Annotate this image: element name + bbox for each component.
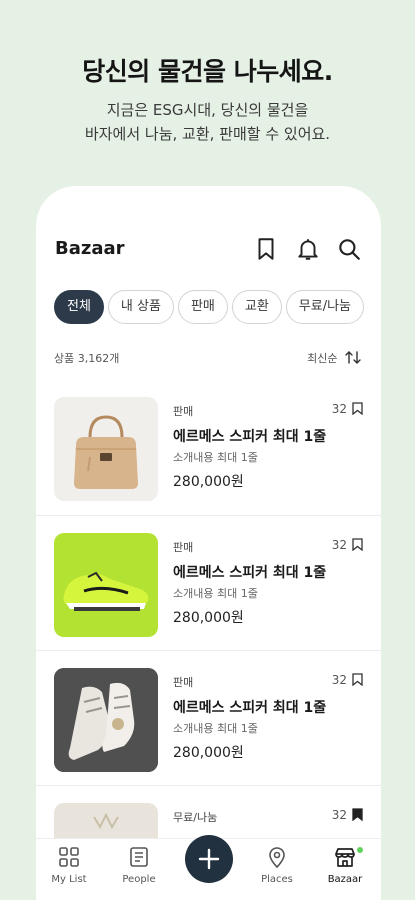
promo-subtitle: 지금은 ESG시대, 당신의 물건을 바자에서 나눔, 교환, 판매할 수 있어… — [0, 98, 415, 146]
promo-title: 당신의 물건을 나누세요. — [82, 57, 333, 86]
item-type: 무료/나눔 — [173, 811, 218, 824]
item-price: 280,000원 — [173, 745, 244, 761]
bookmark-count-value: 32 — [331, 538, 347, 552]
tab-people[interactable]: People — [109, 845, 169, 885]
sort-label: 최신순 — [307, 352, 338, 365]
bookmark-icon[interactable] — [253, 236, 279, 262]
bookmark-count[interactable]: 32 — [332, 402, 363, 416]
item-description: 소개내용 최대 1줄 — [173, 451, 258, 464]
list-item[interactable]: 판매 32 에르메스 스피커 최대 1줄 소개내용 최대 1줄 280,000원 — [36, 380, 381, 515]
add-button[interactable] — [185, 835, 233, 883]
product-image-sneaker-green — [54, 533, 158, 637]
notification-badge — [357, 847, 363, 853]
plus-icon — [198, 848, 220, 870]
phone-screen: Bazaar 전체내 상품판매교환무료/나눔 상품 3,162개 최신순 — [36, 186, 381, 900]
tab-label: Bazaar — [327, 874, 363, 885]
bookmark-count-value: 32 — [331, 402, 347, 416]
filter-chip-exchange[interactable]: 교환 — [231, 290, 282, 324]
item-title: 에르메스 스피커 최대 1줄 — [173, 429, 327, 445]
filter-chip-sale[interactable]: 판매 — [177, 290, 228, 324]
filter-chips: 전체 내 상품 판매 교환 무료/나눔 — [54, 290, 368, 324]
bookmark-filled-icon — [352, 808, 363, 821]
tab-label: Places — [261, 874, 293, 885]
bookmark-count-value: 32 — [331, 808, 347, 822]
item-type: 판매 — [173, 541, 194, 554]
item-price: 280,000원 — [173, 474, 244, 490]
filter-chip-my-items[interactable]: 내 상품 — [107, 290, 174, 324]
list-item[interactable]: 판매 32 에르메스 스피커 최대 1줄 소개내용 최대 1줄 280,000원 — [36, 650, 381, 785]
list-meta: 상품 3,162개 최신순 — [54, 350, 361, 366]
tab-label: My List — [51, 874, 87, 885]
sort-icon — [345, 351, 361, 364]
list-item[interactable]: 판매 32 에르메스 스피커 최대 1줄 소개내용 최대 1줄 280,000원 — [36, 515, 381, 650]
item-type: 판매 — [173, 405, 194, 418]
bottom-tab-bar: My List People Places Bazaar — [36, 835, 381, 900]
item-description: 소개내용 최대 1줄 — [173, 722, 258, 735]
sort-button[interactable]: 최신순 — [307, 350, 361, 366]
bell-icon[interactable] — [295, 236, 321, 262]
item-type: 판매 — [173, 676, 194, 689]
tab-label: People — [122, 874, 156, 885]
search-icon[interactable] — [336, 236, 362, 262]
tab-places[interactable]: Places — [247, 845, 307, 885]
bookmark-outline-icon — [352, 538, 363, 551]
filter-chip-free[interactable]: 무료/나눔 — [285, 290, 365, 324]
item-count-label: 상품 3,162개 — [54, 352, 120, 365]
bookmark-outline-icon — [352, 673, 363, 686]
bookmark-count[interactable]: 32 — [332, 538, 363, 552]
product-image-sneaker-white — [54, 668, 158, 772]
bookmark-count[interactable]: 32 — [332, 808, 363, 822]
grid-icon — [59, 847, 79, 867]
tab-bazaar[interactable]: Bazaar — [315, 845, 375, 885]
promo-subtitle-line2: 바자에서 나눔, 교환, 판매할 수 있어요. — [84, 125, 331, 143]
item-price: 280,000원 — [173, 610, 244, 626]
map-pin-icon — [269, 847, 285, 869]
bookmark-count-value: 32 — [331, 673, 347, 687]
bookmark-outline-icon — [352, 402, 363, 415]
item-title: 에르메스 스피커 최대 1줄 — [173, 565, 327, 581]
tab-my-list[interactable]: My List — [39, 845, 99, 885]
item-description: 소개내용 최대 1줄 — [173, 587, 258, 600]
store-icon — [335, 848, 355, 867]
document-icon — [130, 847, 148, 867]
app-title: Bazaar — [55, 238, 125, 259]
bookmark-count[interactable]: 32 — [332, 673, 363, 687]
product-image-handbag — [54, 397, 158, 501]
product-list: 판매 32 에르메스 스피커 최대 1줄 소개내용 최대 1줄 280,000원… — [36, 380, 381, 900]
filter-chip-all[interactable]: 전체 — [54, 290, 104, 324]
promo-subtitle-line1: 지금은 ESG시대, 당신의 물건을 — [106, 101, 309, 119]
app-header: Bazaar — [55, 234, 381, 268]
item-title: 에르메스 스피커 최대 1줄 — [173, 700, 327, 716]
